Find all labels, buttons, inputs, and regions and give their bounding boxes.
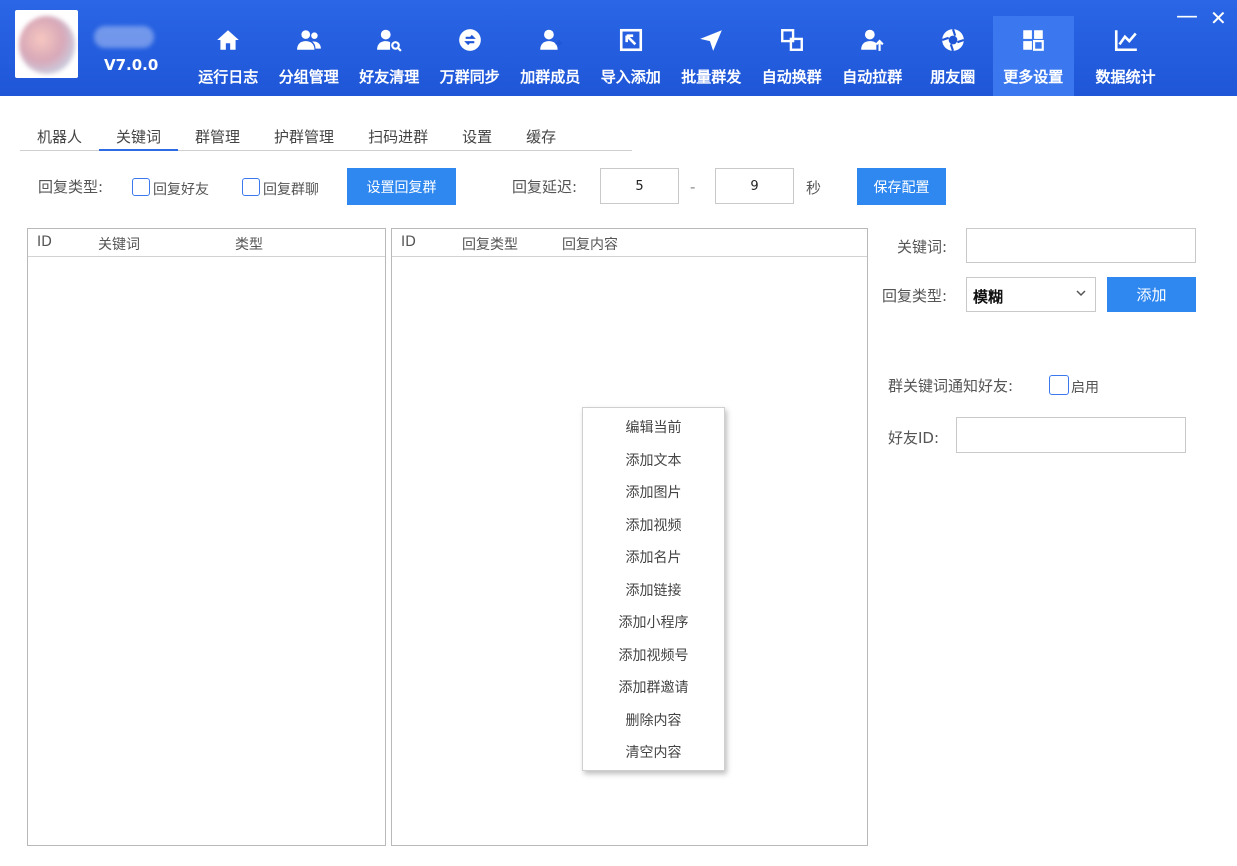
add-keyword-button[interactable]: 添加 — [1107, 277, 1196, 312]
chevron-down-icon — [1076, 290, 1086, 297]
menu-item-add-text[interactable]: 添加文本 — [583, 450, 724, 470]
match-type-label: 回复类型: — [882, 287, 948, 305]
user-up-icon — [858, 26, 886, 54]
menu-item-add-video[interactable]: 添加视频 — [583, 515, 724, 535]
aperture-icon — [939, 26, 967, 54]
nav-label: 批量群发 — [681, 68, 742, 86]
tab-robot[interactable]: 机器人 — [20, 124, 99, 150]
friend-id-input[interactable] — [956, 417, 1186, 453]
set-reply-group-button[interactable]: 设置回复群 — [347, 168, 456, 205]
keyword-input[interactable] — [966, 228, 1196, 263]
send-icon — [697, 26, 725, 54]
close-button[interactable]: ✕ — [1210, 6, 1227, 30]
match-type-select[interactable]: 模糊 — [966, 277, 1096, 312]
tab-group-protect[interactable]: 护群管理 — [257, 124, 351, 150]
menu-item-clear-content[interactable]: 清空内容 — [583, 742, 724, 762]
reply-group-label: 回复群聊 — [263, 182, 319, 198]
column-id[interactable]: ID — [37, 234, 52, 250]
tab-settings[interactable]: 设置 — [445, 124, 509, 150]
nav-item-auto-switch-group[interactable]: 自动换群 — [752, 16, 833, 96]
menu-item-add-link[interactable]: 添加链接 — [583, 580, 724, 600]
reply-type-label: 回复类型: — [38, 178, 104, 196]
nav-item-moments[interactable]: 朋友圈 — [913, 16, 994, 96]
keyword-label: 关键词: — [897, 238, 948, 256]
nav-item-bulk-send[interactable]: 批量群发 — [671, 16, 752, 96]
reply-content-header: ID 回复类型 回复内容 — [392, 229, 867, 257]
tab-group-manage[interactable]: 群管理 — [178, 124, 257, 150]
column-reply-type[interactable]: 回复类型 — [462, 234, 518, 254]
context-menu: 编辑当前 添加文本 添加图片 添加视频 添加名片 添加链接 添加小程序 添加视频… — [582, 407, 725, 771]
menu-item-add-card[interactable]: 添加名片 — [583, 547, 724, 567]
nav-label: 好友清理 — [359, 68, 420, 86]
users-icon — [295, 26, 323, 54]
nav-label: 加群成员 — [520, 68, 581, 86]
nav-label: 导入添加 — [600, 68, 661, 86]
nav-item-run-log[interactable]: 运行日志 — [188, 16, 269, 96]
menu-item-add-mini-program[interactable]: 添加小程序 — [583, 612, 724, 632]
nav-item-group-sync[interactable]: 万群同步 — [430, 16, 511, 96]
user-add-icon — [536, 26, 564, 54]
nav-label: 自动换群 — [761, 68, 822, 86]
tab-cache[interactable]: 缓存 — [509, 124, 573, 150]
reply-friend-checkbox[interactable] — [132, 178, 150, 196]
sync-icon — [456, 26, 484, 54]
menu-item-delete-content[interactable]: 删除内容 — [583, 710, 724, 730]
column-type[interactable]: 类型 — [235, 234, 263, 254]
reply-group-checkbox[interactable] — [242, 178, 260, 196]
grid-icon — [1019, 26, 1047, 54]
nav-label: 数据统计 — [1095, 68, 1156, 86]
nav-label: 分组管理 — [278, 68, 339, 86]
avatar[interactable] — [15, 10, 78, 78]
nav-item-import-add[interactable]: 导入添加 — [591, 16, 672, 96]
enable-notify-checkbox[interactable] — [1049, 375, 1069, 395]
import-icon — [617, 26, 645, 54]
nav-item-auto-pull-group[interactable]: 自动拉群 — [832, 16, 913, 96]
tab-keywords[interactable]: 关键词 — [99, 124, 179, 151]
reply-delay-label: 回复延迟: — [512, 178, 578, 196]
user-search-icon — [375, 26, 403, 54]
nav-label: 万群同步 — [439, 68, 500, 86]
keyword-list-header: ID 关键词 类型 — [28, 229, 385, 257]
delay-max-input[interactable]: 9 — [715, 168, 794, 204]
column-keyword[interactable]: 关键词 — [98, 234, 140, 254]
reply-friend-label: 回复好友 — [153, 182, 209, 198]
nav-item-group-manage[interactable]: 分组管理 — [269, 16, 350, 96]
settings-tabs: 机器人 关键词 群管理 护群管理 扫码进群 设置 缓存 — [20, 124, 632, 151]
friend-id-label: 好友ID: — [888, 429, 940, 447]
delay-min-input[interactable]: 5 — [600, 168, 679, 204]
home-icon — [214, 26, 242, 54]
match-type-value: 模糊 — [973, 288, 1004, 306]
keyword-list[interactable]: ID 关键词 类型 — [27, 228, 386, 846]
nav-item-friend-clean[interactable]: 好友清理 — [349, 16, 430, 96]
nav-label: 更多设置 — [1003, 68, 1064, 86]
delay-unit-label: 秒 — [806, 179, 822, 197]
nav-label: 运行日志 — [198, 68, 259, 86]
menu-item-add-image[interactable]: 添加图片 — [583, 482, 724, 502]
menu-item-edit-current[interactable]: 编辑当前 — [583, 417, 724, 437]
account-name-blurred — [94, 26, 154, 48]
save-config-button[interactable]: 保存配置 — [857, 168, 946, 205]
column-reply-content[interactable]: 回复内容 — [562, 234, 618, 254]
avatar-image — [19, 16, 75, 74]
menu-item-add-group-invite[interactable]: 添加群邀请 — [583, 677, 724, 697]
delay-separator: - — [690, 178, 696, 196]
nav-label: 自动拉群 — [842, 68, 903, 86]
column-id[interactable]: ID — [401, 234, 416, 250]
chart-line-icon — [1112, 26, 1140, 54]
nav-label: 朋友圈 — [930, 68, 976, 86]
notify-friend-label: 群关键词通知好友: — [888, 377, 1014, 395]
minimize-button[interactable]: — — [1176, 4, 1198, 29]
app-header: V7.0.0 运行日志 分组管理 好友清理 万群同步 加群成员 导入添加 批量群… — [0, 0, 1237, 96]
nav-item-add-group-members[interactable]: 加群成员 — [510, 16, 591, 96]
nav-item-data-stats[interactable]: 数据统计 — [1078, 16, 1174, 96]
switch-icon — [778, 26, 806, 54]
main-nav: 运行日志 分组管理 好友清理 万群同步 加群成员 导入添加 批量群发 自动换群 … — [188, 16, 1174, 96]
enable-label: 启用 — [1071, 380, 1099, 396]
tab-scan-join[interactable]: 扫码进群 — [351, 124, 445, 150]
menu-item-add-channel[interactable]: 添加视频号 — [583, 645, 724, 665]
version-label: V7.0.0 — [104, 56, 159, 74]
nav-item-more-settings[interactable]: 更多设置 — [993, 16, 1074, 96]
